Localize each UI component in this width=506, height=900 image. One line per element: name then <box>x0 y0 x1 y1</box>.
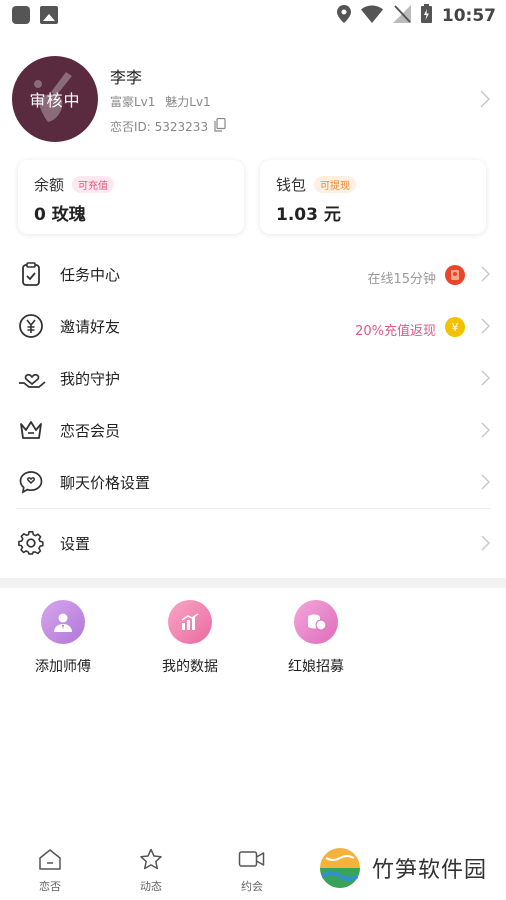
chevron-right-icon <box>481 535 491 555</box>
clock: 10:57 <box>441 5 496 26</box>
avatar[interactable]: 审核中 <box>12 56 98 142</box>
chevron-right-icon <box>481 422 491 442</box>
wallet-value: 1.03 元 <box>276 205 341 225</box>
yen-coin-icon <box>18 313 44 339</box>
menu-label: 设置 <box>60 535 91 553</box>
menu-label: 我的守护 <box>60 370 121 388</box>
location-icon <box>336 4 351 27</box>
watermark-text: 竹笋软件园 <box>372 858 488 883</box>
menu-item-invite[interactable]: 邀请好友 20%充值返现 ¥ <box>0 300 506 352</box>
user-levels: 富豪Lv1 魅力Lv1 <box>110 93 217 110</box>
star-icon <box>140 848 162 870</box>
nav-label: 约会 <box>241 880 263 893</box>
cashback-text: 20%充值返现 <box>355 323 436 339</box>
shortcut-matchmaker-recruit[interactable]: 红娘招募 <box>266 600 366 676</box>
shortcut-label: 添加师傅 <box>35 659 91 675</box>
nav-tab-dating[interactable]: 约会 <box>222 848 282 894</box>
svg-text:¥: ¥ <box>452 321 459 334</box>
status-bar: 10:57 <box>0 0 506 30</box>
shortcut-label: 我的数据 <box>162 659 218 675</box>
menu-label: 恋否会员 <box>60 422 121 440</box>
coins-icon <box>294 600 338 644</box>
chart-icon <box>168 600 212 644</box>
nav-label: 恋否 <box>39 880 61 893</box>
balance-title: 余额 <box>34 176 65 194</box>
wifi-icon <box>360 5 383 27</box>
withdraw-tag: 可提现 <box>314 176 357 193</box>
user-id-row: 恋否ID: 5323233 <box>110 117 226 135</box>
gallery-notification-icon <box>40 6 58 24</box>
profile-header[interactable]: 审核中 李李 富豪Lv1 魅力Lv1 恋否ID: 5323233 <box>0 56 506 146</box>
menu-item-chat-price[interactable]: 聊天价格设置 <box>0 456 506 508</box>
menu-item-tasks[interactable]: 任务中心 在线15分钟 <box>0 248 506 300</box>
red-envelope-icon <box>444 264 466 290</box>
nav-tab-moments[interactable]: 动态 <box>121 848 181 894</box>
nickname: 李李 <box>110 68 143 87</box>
section-separator <box>0 578 506 588</box>
rich-level: 富豪Lv1 <box>110 95 156 109</box>
wallet-card[interactable]: 钱包 可提现 1.03 元 <box>260 160 486 234</box>
menu-divider <box>16 508 490 509</box>
clipboard-clock-icon <box>18 261 44 287</box>
watermark: 竹笋软件园 <box>318 846 487 890</box>
user-id: 恋否ID: 5323233 <box>110 120 209 134</box>
copy-icon[interactable] <box>214 117 226 135</box>
chevron-right-icon <box>480 90 491 112</box>
online-duration-text: 在线15分钟 <box>367 271 436 287</box>
chat-heart-icon <box>18 469 44 495</box>
menu-item-settings[interactable]: 设置 <box>0 517 506 569</box>
recharge-tag: 可充值 <box>72 176 115 193</box>
wallet-title: 钱包 <box>276 176 307 194</box>
charm-level: 魅力Lv1 <box>165 95 211 109</box>
shortcut-add-master[interactable]: 添加师傅 <box>13 600 113 676</box>
review-status-badge: 审核中 <box>29 91 81 110</box>
balance-card[interactable]: 余额 可充值 0 玫瑰 <box>18 160 244 234</box>
menu-item-vip[interactable]: 恋否会员 <box>0 404 506 456</box>
menu-label: 邀请好友 <box>60 318 121 336</box>
nav-tab-home[interactable]: 恋否 <box>20 848 80 894</box>
shortcut-label: 红娘招募 <box>288 659 344 675</box>
shortcut-my-data[interactable]: 我的数据 <box>140 600 240 676</box>
hand-heart-icon <box>18 365 46 391</box>
battery-icon <box>420 4 432 27</box>
profile-page: 10:57 审核中 李李 富豪Lv1 魅力Lv1 恋否ID: 5323233 余… <box>0 0 506 900</box>
video-icon <box>238 851 265 867</box>
person-icon <box>41 600 85 644</box>
chevron-right-icon <box>481 266 491 286</box>
menu-item-guard[interactable]: 我的守护 <box>0 352 506 404</box>
notification-app-icon <box>12 6 30 24</box>
coin-icon: ¥ <box>444 316 466 342</box>
home-icon <box>39 849 61 870</box>
nav-label: 动态 <box>140 880 162 893</box>
bamboo-logo-icon <box>320 848 360 888</box>
crown-icon <box>18 417 44 443</box>
gear-icon <box>18 530 44 556</box>
no-signal-icon <box>392 4 411 27</box>
chevron-right-icon <box>481 474 491 494</box>
menu-label: 任务中心 <box>60 266 121 284</box>
balance-value: 0 玫瑰 <box>34 205 86 225</box>
chevron-right-icon <box>481 318 491 338</box>
chevron-right-icon <box>481 370 491 390</box>
menu-label: 聊天价格设置 <box>60 474 151 492</box>
